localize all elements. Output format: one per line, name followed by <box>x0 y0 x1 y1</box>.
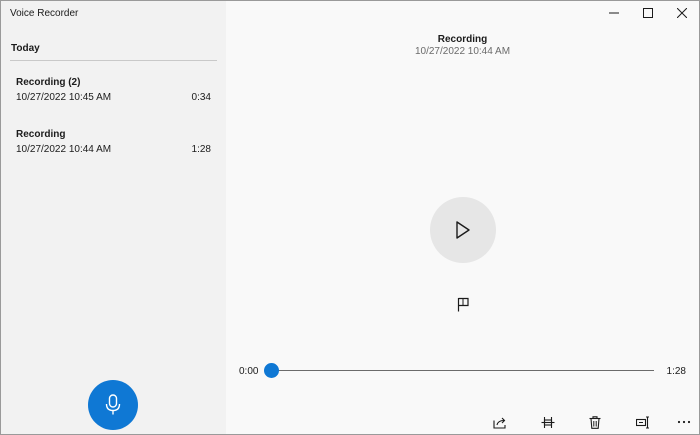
trim-icon <box>541 416 555 428</box>
trim-button[interactable] <box>538 412 558 432</box>
window-controls <box>597 1 699 25</box>
add-marker-button[interactable] <box>454 295 472 313</box>
close-icon <box>677 8 687 18</box>
minimize-icon <box>609 12 619 14</box>
microphone-icon <box>105 394 121 415</box>
recording-duration: 0:34 <box>191 92 211 103</box>
delete-button[interactable] <box>585 412 605 432</box>
more-icon <box>677 420 691 424</box>
player-panel: Recording 10/27/2022 10:44 AM 0:00 1:28 <box>226 1 699 434</box>
maximize-icon <box>643 8 653 18</box>
more-options-button[interactable] <box>674 412 694 432</box>
recording-duration: 1:28 <box>191 144 211 155</box>
close-button[interactable] <box>665 1 699 25</box>
section-header-today: Today <box>11 43 40 54</box>
voice-recorder-window: Voice Recorder Today Recording (2) 10/27… <box>0 0 700 435</box>
player-date: 10/27/2022 10:44 AM <box>414 46 511 57</box>
rename-button[interactable] <box>633 412 653 432</box>
recording-list-item[interactable]: Recording (2) 10/27/2022 10:45 AM 0:34 <box>1 77 226 121</box>
sidebar: Voice Recorder Today Recording (2) 10/27… <box>1 1 226 434</box>
recording-date: 10/27/2022 10:45 AM <box>16 92 112 103</box>
recording-name: Recording <box>16 129 66 140</box>
rename-icon <box>636 416 649 428</box>
maximize-button[interactable] <box>631 1 665 25</box>
record-button[interactable] <box>88 380 138 430</box>
section-divider <box>10 60 217 61</box>
recording-list-item[interactable]: Recording 10/27/2022 10:44 AM 1:28 <box>1 129 226 173</box>
app-title: Voice Recorder <box>10 8 79 19</box>
delete-icon <box>589 415 601 429</box>
recording-date: 10/27/2022 10:44 AM <box>16 144 112 155</box>
share-icon <box>493 417 506 429</box>
seek-track[interactable] <box>271 370 654 371</box>
play-icon <box>456 221 470 239</box>
share-button[interactable] <box>490 412 510 432</box>
player-title: Recording <box>437 34 488 45</box>
play-button[interactable] <box>430 197 496 263</box>
minimize-button[interactable] <box>597 1 631 25</box>
current-time: 0:00 <box>239 366 259 377</box>
total-time: 1:28 <box>666 366 686 377</box>
seek-thumb[interactable] <box>263 363 279 378</box>
flag-icon <box>457 297 469 311</box>
recording-name: Recording (2) <box>16 77 81 88</box>
